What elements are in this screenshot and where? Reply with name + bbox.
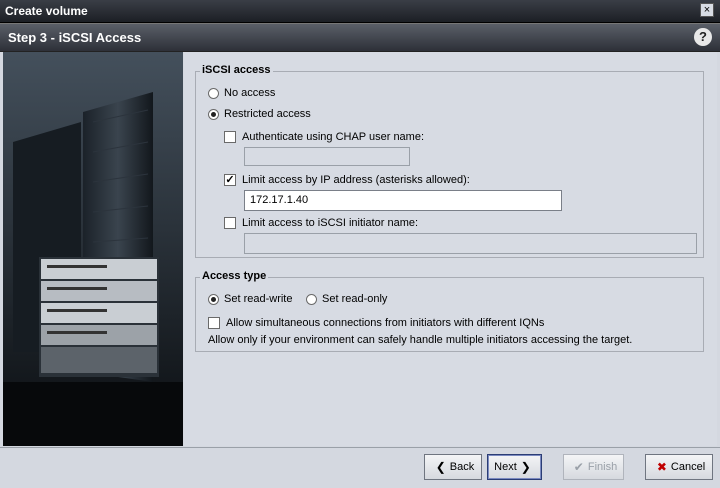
back-label: Back [449,461,475,473]
next-label: Next [494,461,517,473]
allow-simultaneous-note: Allow only if your environment can safel… [208,334,633,346]
finish-check-icon: ✔ [573,460,584,474]
ip-label: Limit access by IP address (asterisks al… [242,174,470,186]
window-title: Create volume [5,4,88,18]
next-button[interactable]: Next ❯ [487,454,542,480]
read-write-label: Set read-write [224,293,293,305]
no-access-label: No access [224,87,276,99]
access-type-legend: Access type [200,270,269,282]
read-write-radio-button[interactable] [208,293,219,305]
chap-checkbox[interactable] [224,131,236,143]
ip-checkbox[interactable]: ✓ [224,174,236,186]
storage-server-image [3,52,183,446]
initiator-name-field[interactable] [244,233,697,254]
next-arrow-icon: ❯ [520,460,531,474]
chap-username-field[interactable] [244,147,410,166]
restricted-access-radio-button[interactable] [208,108,219,120]
footer-divider [0,447,720,448]
cancel-label: Cancel [670,461,706,473]
close-icon[interactable]: × [700,3,714,17]
step-title: Step 3 - iSCSI Access [8,30,142,45]
ip-checkbox-row[interactable]: ✓ Limit access by IP address (asterisks … [224,174,470,186]
chap-checkbox-row[interactable]: Authenticate using CHAP user name: [224,131,424,143]
no-access-radio-button[interactable] [208,87,219,99]
access-type-group: Access type Set read-write Set read-only… [195,270,704,352]
iscsi-access-legend: iSCSI access [200,64,273,76]
finish-button[interactable]: ✔ Finish [563,454,624,480]
step-header: Step 3 - iSCSI Access ? [0,23,720,52]
read-only-radio[interactable]: Set read-only [306,293,387,305]
content-panel: iSCSI access No access Restricted access… [184,52,717,446]
iscsi-access-group: iSCSI access No access Restricted access… [195,64,704,258]
chap-label: Authenticate using CHAP user name: [242,131,425,143]
read-write-radio[interactable]: Set read-write [208,293,292,305]
back-button[interactable]: ❮ Back [424,454,482,480]
allow-simultaneous-checkbox[interactable] [208,317,220,329]
allow-simultaneous-row[interactable]: Allow simultaneous connections from init… [208,317,544,329]
cancel-x-icon: ✖ [656,460,667,474]
back-arrow-icon: ❮ [435,460,446,474]
initiator-label: Limit access to iSCSI initiator name: [242,217,419,229]
window-titlebar: Create volume × [0,0,720,23]
cancel-button[interactable]: ✖ Cancel [645,454,713,480]
help-icon[interactable]: ? [694,28,712,46]
server-rack-illustration [3,52,183,446]
initiator-checkbox[interactable] [224,217,236,229]
finish-label: Finish [587,461,618,473]
restricted-access-radio[interactable]: Restricted access [208,108,311,120]
read-only-label: Set read-only [322,293,388,305]
ip-address-input[interactable]: 172.17.1.40 [244,190,562,211]
restricted-access-label: Restricted access [224,108,311,120]
allow-simultaneous-label: Allow simultaneous connections from init… [226,317,545,329]
no-access-radio[interactable]: No access [208,87,275,99]
initiator-checkbox-row[interactable]: Limit access to iSCSI initiator name: [224,217,418,229]
read-only-radio-button[interactable] [306,293,317,305]
